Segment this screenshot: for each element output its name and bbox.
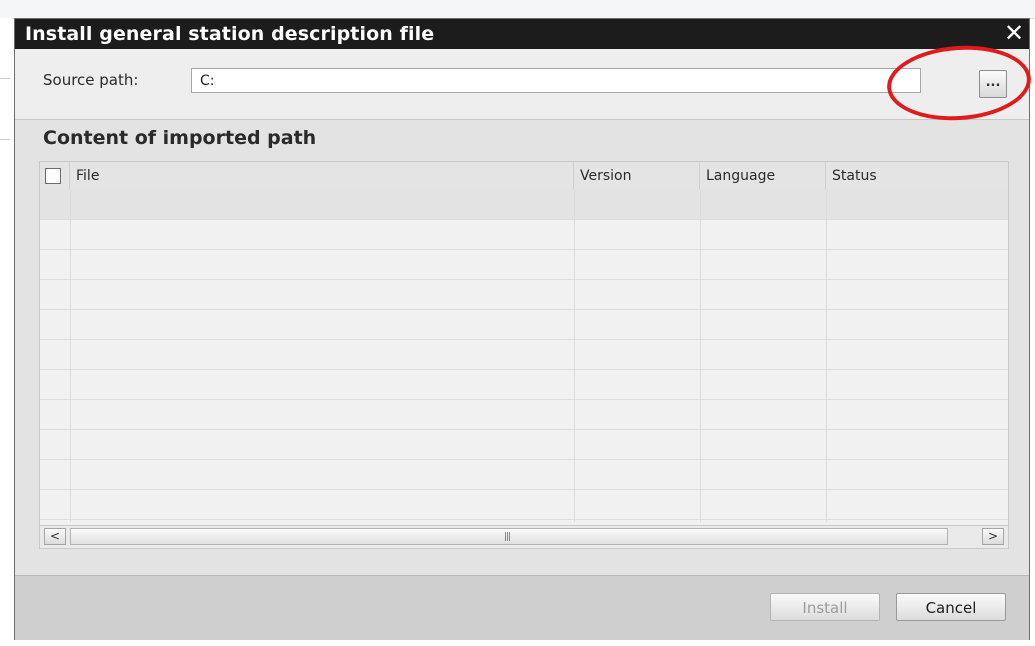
column-header-language[interactable]: Language	[700, 162, 826, 190]
source-path-input[interactable]	[191, 68, 921, 93]
dialog-title: Install general station description file	[25, 23, 435, 45]
install-button[interactable]: Install	[770, 593, 880, 621]
horizontal-scrollbar[interactable]: < ||| >	[40, 525, 1008, 548]
browse-button[interactable]: ...	[979, 70, 1007, 98]
content-heading: Content of imported path	[43, 127, 317, 149]
table-row[interactable]	[40, 460, 1008, 490]
table-row[interactable]	[40, 280, 1008, 310]
scrollbar-thumb[interactable]: |||	[70, 528, 948, 545]
table-row[interactable]	[40, 430, 1008, 460]
table-body	[40, 190, 1008, 522]
column-header-status[interactable]: Status	[826, 162, 1008, 190]
header-select-cell	[40, 162, 70, 190]
column-divider	[700, 190, 701, 522]
table-row[interactable]	[40, 400, 1008, 430]
imported-files-table: File Version Language Status < ||| >	[39, 161, 1009, 549]
select-all-checkbox[interactable]	[45, 168, 61, 184]
background-divider	[0, 78, 10, 140]
table-row[interactable]	[40, 250, 1008, 280]
table-row[interactable]	[40, 220, 1008, 250]
table-row[interactable]	[40, 370, 1008, 400]
column-divider	[574, 190, 575, 522]
table-row[interactable]	[40, 310, 1008, 340]
dialog-footer: Install Cancel	[15, 575, 1029, 640]
cancel-button[interactable]: Cancel	[896, 593, 1006, 621]
source-path-row: Source path: ...	[15, 49, 1029, 120]
table-row[interactable]	[40, 490, 1008, 520]
scroll-right-icon[interactable]: >	[982, 528, 1004, 545]
column-header-version[interactable]: Version	[574, 162, 700, 190]
background-window-strip	[0, 0, 1035, 19]
table-row[interactable]	[40, 340, 1008, 370]
column-header-file[interactable]: File	[70, 162, 574, 190]
column-divider	[826, 190, 827, 522]
close-icon[interactable]: ✕	[1001, 21, 1027, 47]
scroll-left-icon[interactable]: <	[44, 528, 66, 545]
table-header: File Version Language Status	[40, 162, 1008, 191]
background-left-pane	[0, 18, 12, 646]
column-divider	[70, 190, 71, 522]
grip-icon: |||	[504, 532, 511, 542]
dialog-titlebar: Install general station description file…	[15, 19, 1029, 49]
source-path-label: Source path:	[43, 71, 139, 89]
install-gsd-dialog: Install general station description file…	[14, 18, 1034, 640]
table-row[interactable]	[40, 190, 1008, 220]
